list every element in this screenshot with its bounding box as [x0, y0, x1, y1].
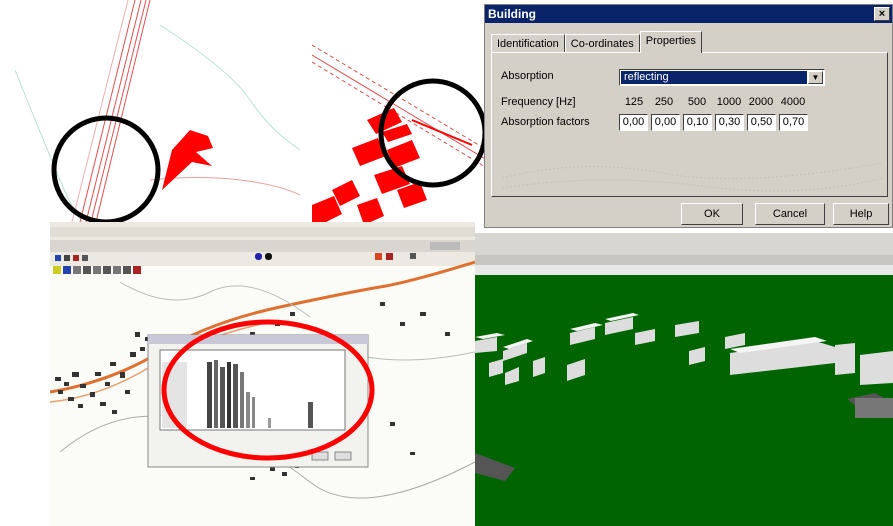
- absorption-factors-label: Absorption factors: [501, 116, 590, 128]
- absorption-selected-value: reflecting: [621, 71, 807, 84]
- 3d-terrain-drawing: [475, 233, 893, 526]
- dialog-title: Building: [488, 7, 536, 21]
- ok-button[interactable]: OK: [681, 203, 743, 225]
- frequency-1000: 1000: [716, 96, 742, 108]
- chevron-down-icon[interactable]: ▼: [808, 71, 823, 84]
- factor-input-2000[interactable]: 0,50: [747, 114, 776, 131]
- faint-background-contours: [502, 162, 882, 192]
- detail-circle-1: [51, 115, 161, 222]
- map-detail-1-drawing: [14, 0, 300, 222]
- building-dialog: Building × Identification Co-ordinates P…: [484, 4, 893, 228]
- frequency-125: 125: [624, 96, 644, 108]
- frequency-label: Frequency [Hz]: [501, 96, 576, 108]
- factor-input-4000[interactable]: 0,70: [779, 114, 808, 131]
- absorption-dropdown[interactable]: reflecting ▼: [619, 69, 825, 86]
- tab-co-ordinates[interactable]: Co-ordinates: [564, 34, 640, 53]
- factor-input-125[interactable]: 0,00: [619, 114, 648, 131]
- dialog-title-bar[interactable]: Building ×: [485, 5, 892, 23]
- tab-identification[interactable]: Identification: [491, 34, 565, 53]
- map-detail-1: [0, 0, 300, 222]
- close-icon[interactable]: ×: [874, 7, 890, 21]
- tab-properties[interactable]: Properties: [639, 31, 702, 53]
- absorption-label: Absorption: [501, 70, 554, 82]
- map-application-drawing: [50, 222, 475, 499]
- map-application-screenshot: [50, 222, 475, 526]
- map-detail-2: [312, 0, 487, 225]
- factor-input-500[interactable]: 0,10: [683, 114, 712, 131]
- factor-input-250[interactable]: 0,00: [651, 114, 680, 131]
- frequency-2000: 2000: [748, 96, 774, 108]
- frequency-4000: 4000: [780, 96, 806, 108]
- frequency-500: 500: [687, 96, 707, 108]
- cancel-button[interactable]: Cancel: [755, 203, 825, 225]
- factor-input-1000[interactable]: 0,30: [715, 114, 744, 131]
- tab-bar: Identification Co-ordinates Properties: [491, 31, 702, 53]
- toolbar-icons-row-2: [53, 266, 141, 274]
- 3d-terrain-view: [475, 233, 893, 526]
- properties-tab-page: Absorption reflecting ▼ Frequency [Hz] 1…: [491, 52, 888, 197]
- frequency-250: 250: [654, 96, 674, 108]
- help-button[interactable]: Help: [833, 203, 889, 225]
- map-detail-2-drawing: [312, 44, 487, 225]
